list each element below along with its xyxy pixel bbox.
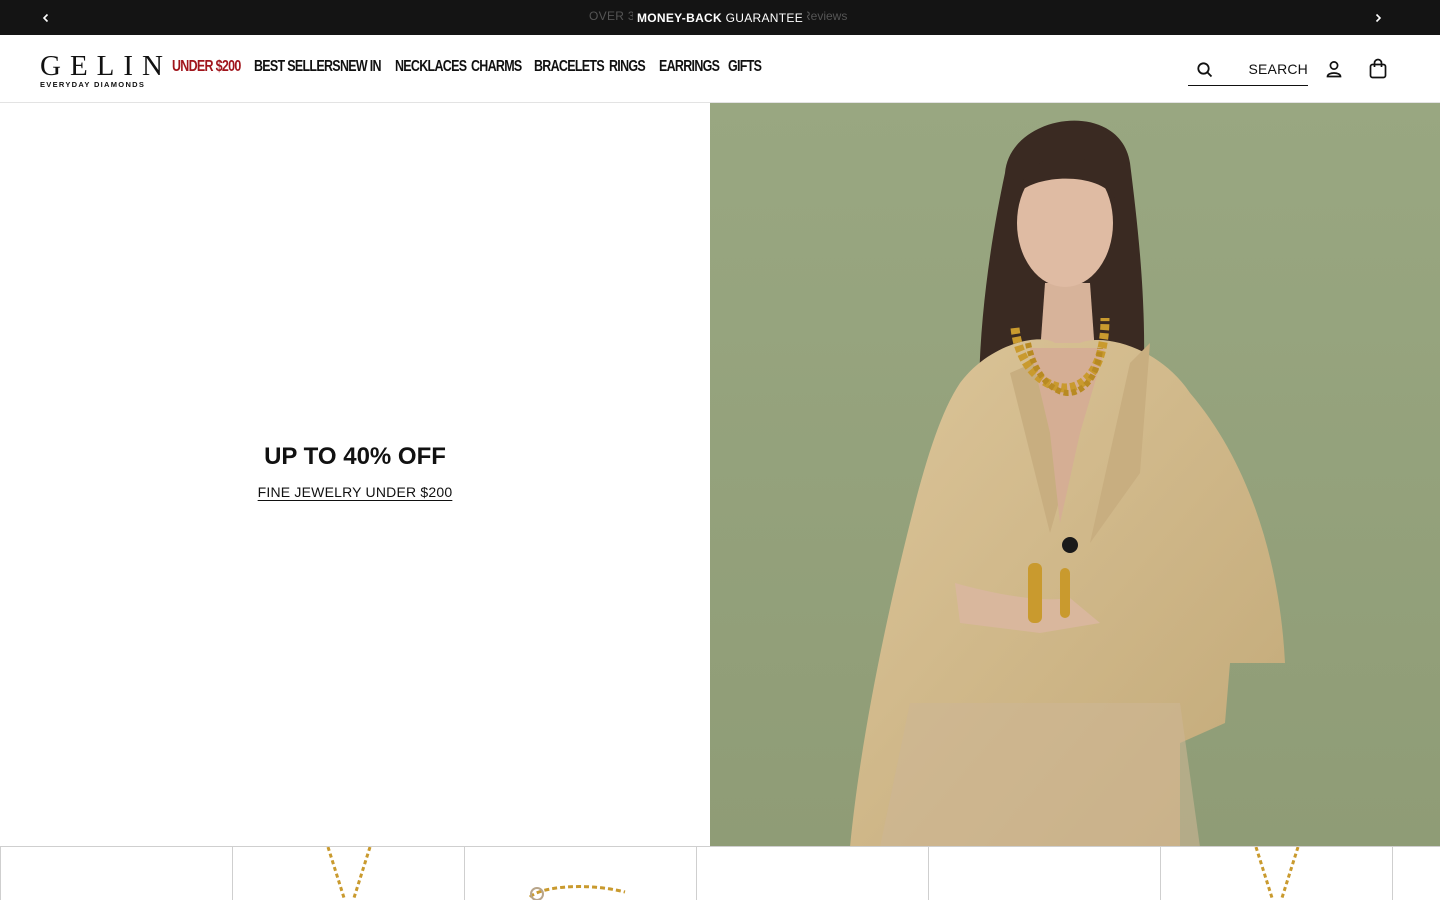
search-button[interactable]: SEARCH xyxy=(1188,55,1308,86)
announcement-message: MONEY-BACK GUARANTEE xyxy=(632,10,808,25)
chevron-right-icon[interactable] xyxy=(1369,9,1387,27)
announcement-ghost-right: Reviews xyxy=(802,9,848,23)
logo-tagline: EVERYDAY DIAMONDS xyxy=(40,80,146,89)
shopping-bag-icon[interactable] xyxy=(1368,58,1388,80)
nav-item-gifts[interactable]: GIFTS xyxy=(728,58,762,76)
product-tile[interactable] xyxy=(1392,847,1440,900)
nav-item-rings[interactable]: RINGS xyxy=(609,58,648,76)
announcement-rest: GUARANTEE xyxy=(725,10,804,25)
user-icon[interactable] xyxy=(1324,59,1344,79)
necklace-thumb xyxy=(326,847,372,900)
nav-item-bracelets[interactable]: BRACELETS xyxy=(534,58,605,76)
product-tile[interactable] xyxy=(232,847,464,900)
announcement-bar: OVER 3 MONEY-BACK GUARANTEE Reviews xyxy=(0,0,1440,35)
bracelet-thumb xyxy=(528,885,626,900)
nav-item-best-sellers[interactable]: BEST SELLERS xyxy=(254,58,341,76)
search-label: SEARCH xyxy=(1248,61,1308,77)
site-header: GELIN EVERYDAY DIAMONDS UNDER $200 BEST … xyxy=(0,35,1440,103)
search-icon xyxy=(1197,62,1213,78)
product-tile[interactable] xyxy=(928,847,1160,900)
nav-item-new-in[interactable]: NEW IN xyxy=(340,58,383,76)
logo[interactable]: GELIN EVERYDAY DIAMONDS xyxy=(40,50,172,90)
nav-item-charms[interactable]: CHARMS xyxy=(471,58,522,76)
product-strip xyxy=(0,846,1440,900)
nav-item-necklaces[interactable]: NECKLACES xyxy=(395,58,467,76)
announcement-bold: MONEY-BACK xyxy=(636,10,722,25)
model-illustration xyxy=(710,103,1440,847)
main-nav: UNDER $200 BEST SELLERS NEW IN NECKLACES… xyxy=(172,58,768,76)
product-tile[interactable] xyxy=(464,847,696,900)
logo-word: GELIN xyxy=(40,50,172,82)
product-tile[interactable] xyxy=(696,847,928,900)
announcement-ghost-left: OVER 3 xyxy=(589,9,635,23)
product-tile[interactable] xyxy=(1160,847,1392,900)
hero-headline: UP TO 40% OFF xyxy=(264,443,446,470)
necklace-thumb xyxy=(1254,847,1300,900)
chevron-left-icon[interactable] xyxy=(37,9,55,27)
nav-item-earrings[interactable]: EARRINGS xyxy=(659,58,720,76)
nav-item-under-200[interactable]: UNDER $200 xyxy=(172,58,241,76)
hero-cta-link[interactable]: FINE JEWELRY UNDER $200 xyxy=(258,484,453,500)
hero-promo: UP TO 40% OFF FINE JEWELRY UNDER $200 xyxy=(0,103,710,847)
hero-image[interactable] xyxy=(710,103,1440,847)
product-tile[interactable] xyxy=(0,847,232,900)
